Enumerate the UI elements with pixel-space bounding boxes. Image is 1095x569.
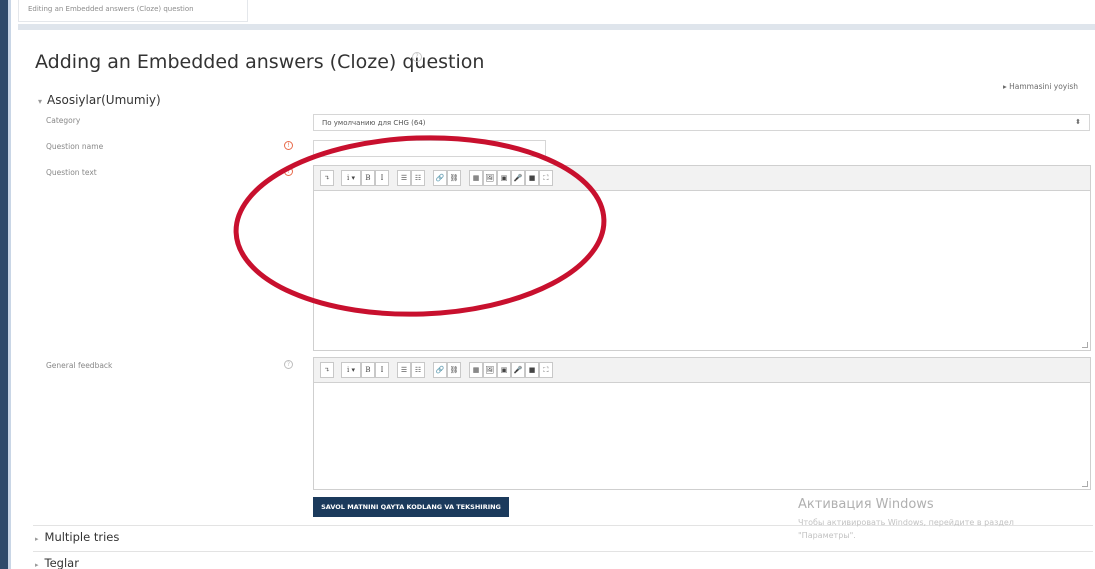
unlink-icon[interactable]: ⛓ — [447, 170, 461, 186]
section-header-tags[interactable]: ▸ Teglar — [35, 556, 79, 569]
editor-toolbar: ↴ i ▾ B I ☰ ☷ 🔗 ⛓ ▦ 🖼 ▣ 🎤 ■ ⛶ — [314, 358, 1090, 383]
help-icon[interactable]: ? — [284, 360, 293, 369]
help-icon[interactable]: ? — [412, 52, 422, 62]
question-text-editor: ↴ i ▾ B I ☰ ☷ 🔗 ⛓ ▦ 🖼 ▣ 🎤 ■ ⛶ — [313, 165, 1091, 351]
question-name-label: Question name — [46, 142, 104, 151]
recode-and-check-button[interactable]: SAVOL MATNINI QAYTA KODLANG VA TEKSHIRIN… — [313, 497, 509, 517]
section-header-general[interactable]: ▾ Asosiylar(Umumiy) — [38, 93, 161, 107]
select-arrow-icon: ⬍ — [1075, 118, 1081, 126]
paragraph-style-icon[interactable]: i ▾ — [341, 170, 361, 186]
link-icon[interactable]: 🔗 — [433, 362, 447, 378]
media-embed-icon[interactable]: ▦ — [469, 170, 483, 186]
fullscreen-icon[interactable]: ⛶ — [539, 362, 553, 378]
media-embed-icon[interactable]: ▦ — [469, 362, 483, 378]
bold-icon[interactable]: B — [361, 170, 375, 186]
general-feedback-label: General feedback — [46, 361, 113, 370]
general-feedback-editor: ↴ i ▾ B I ☰ ☷ 🔗 ⛓ ▦ 🖼 ▣ 🎤 ■ ⛶ — [313, 357, 1091, 490]
breadcrumb-current: Editing an Embedded answers (Cloze) ques… — [28, 5, 194, 13]
resize-handle-icon[interactable] — [1082, 342, 1088, 348]
editor-toolbar: ↴ i ▾ B I ☰ ☷ 🔗 ⛓ ▦ 🖼 ▣ 🎤 ■ ⛶ — [314, 166, 1090, 191]
windows-activation-line: Чтобы активировать Windows, перейдите в … — [798, 518, 1014, 527]
bold-icon[interactable]: B — [361, 362, 375, 378]
question-text-content[interactable] — [314, 191, 1090, 350]
section-title: Asosiylar(Umumiy) — [47, 93, 161, 107]
divider — [33, 551, 1093, 552]
file-icon[interactable]: ▣ — [497, 362, 511, 378]
expand-all-link[interactable]: ▸ Hammasini yoyish — [1003, 82, 1078, 91]
expand-all-label: Hammasini yoyish — [1009, 82, 1078, 91]
windows-activation-text: Чтобы активировать Windows, перейдите в … — [798, 516, 1095, 542]
italic-icon[interactable]: I — [375, 170, 389, 186]
toolbar-collapse-icon[interactable]: ↴ — [320, 170, 334, 186]
windows-activation-title: Активация Windows — [798, 497, 934, 512]
unordered-list-icon[interactable]: ☰ — [397, 170, 411, 186]
section-header-multiple-tries[interactable]: ▸ Multiple tries — [35, 530, 119, 544]
left-edge-bar — [0, 0, 11, 569]
category-selected-value: По умолчанию для CHG (64) — [322, 119, 426, 127]
link-icon[interactable]: 🔗 — [433, 170, 447, 186]
chevron-right-icon: ▸ — [35, 535, 39, 543]
general-feedback-content[interactable] — [314, 383, 1090, 489]
ordered-list-icon[interactable]: ☷ — [411, 362, 425, 378]
question-name-input[interactable] — [313, 140, 546, 157]
section-title: Teglar — [44, 556, 79, 569]
toolbar-collapse-icon[interactable]: ↴ — [320, 362, 334, 378]
fullscreen-icon[interactable]: ⛶ — [539, 170, 553, 186]
file-icon[interactable]: ▣ — [497, 170, 511, 186]
ordered-list-icon[interactable]: ☷ — [411, 170, 425, 186]
required-icon: ! — [284, 167, 293, 176]
image-icon[interactable]: 🖼 — [483, 362, 497, 378]
paragraph-style-icon[interactable]: i ▾ — [341, 362, 361, 378]
resize-handle-icon[interactable] — [1082, 481, 1088, 487]
microphone-icon[interactable]: 🎤 — [511, 362, 525, 378]
unlink-icon[interactable]: ⛓ — [447, 362, 461, 378]
chevron-down-icon: ▾ — [38, 97, 43, 106]
video-icon[interactable]: ■ — [525, 170, 539, 186]
required-icon: ! — [284, 141, 293, 150]
section-title: Multiple tries — [44, 530, 120, 544]
video-icon[interactable]: ■ — [525, 362, 539, 378]
category-select[interactable]: По умолчанию для CHG (64) ⬍ — [313, 114, 1090, 131]
chevron-right-icon: ▸ — [35, 561, 39, 569]
windows-activation-line: "Параметры". — [798, 531, 856, 540]
question-text-label: Question text — [46, 168, 97, 177]
microphone-icon[interactable]: 🎤 — [511, 170, 525, 186]
italic-icon[interactable]: I — [375, 362, 389, 378]
unordered-list-icon[interactable]: ☰ — [397, 362, 411, 378]
category-label: Category — [46, 116, 81, 125]
image-icon[interactable]: 🖼 — [483, 170, 497, 186]
